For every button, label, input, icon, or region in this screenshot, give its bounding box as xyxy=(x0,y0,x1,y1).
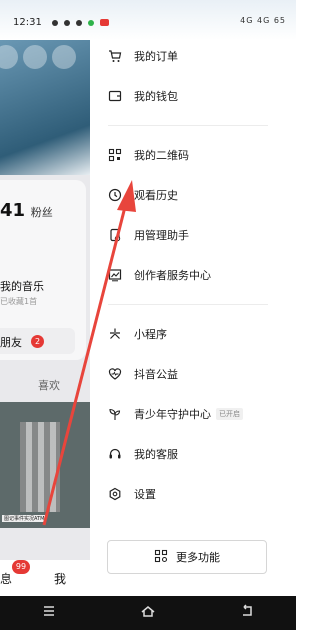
wechat-icon xyxy=(88,20,94,26)
video-thumbnail[interactable]: 图记事件实况ATM xyxy=(0,402,90,528)
blurred-image xyxy=(20,422,60,512)
menu-item-watch-history[interactable]: 观看历史 xyxy=(108,185,178,205)
notification-icon xyxy=(76,20,82,26)
fans-count: 41 粉丝 xyxy=(0,200,53,221)
nav-messages[interactable]: 息 xyxy=(0,570,12,587)
menu-item-creator-center[interactable]: 创作者服务中心 xyxy=(108,265,211,285)
status-time: 12:31 xyxy=(13,17,42,28)
menu-label: 我的二维码 xyxy=(134,149,189,162)
menu-item-storage-manager[interactable]: 用管理助手 xyxy=(108,225,189,245)
menu-icon[interactable] xyxy=(52,45,76,69)
friends-badge: 2 xyxy=(31,335,44,348)
menu-label: 我的订单 xyxy=(134,50,178,63)
menu-item-qrcode[interactable]: 我的二维码 xyxy=(108,145,189,165)
notification-icon xyxy=(64,20,70,26)
nav-me[interactable]: 我 xyxy=(54,570,66,587)
wallet-icon xyxy=(108,89,122,103)
clock-icon xyxy=(108,188,122,202)
menu-label: 观看历史 xyxy=(134,189,178,202)
menu-item-orders[interactable]: 我的订单 xyxy=(108,46,178,66)
sprout-icon xyxy=(108,407,122,421)
menu-label: 我的客服 xyxy=(134,448,178,461)
my-music[interactable]: 我的音乐 xyxy=(0,278,44,294)
menu-label: 小程序 xyxy=(134,328,167,341)
more-functions-label: 更多功能 xyxy=(176,551,220,564)
menu-item-mini-programs[interactable]: 小程序 xyxy=(108,324,167,344)
menu-icon[interactable] xyxy=(41,603,57,623)
divider xyxy=(108,304,268,305)
menu-item-customer-service[interactable]: 我的客服 xyxy=(108,444,178,464)
qrcode-icon xyxy=(108,148,122,162)
side-drawer: 我的订单 我的钱包 我的二维码 观看历史 用管理助手 创作者服务中心 小程序 抖… xyxy=(90,40,296,596)
status-badge: 已开启 xyxy=(216,408,243,420)
home-icon[interactable] xyxy=(140,603,156,623)
menu-label: 青少年守护中心 xyxy=(134,408,211,421)
cart-icon xyxy=(108,49,122,63)
chart-icon xyxy=(108,268,122,282)
menu-item-teen-protection[interactable]: 青少年守护中心 已开启 xyxy=(108,404,243,424)
search-icon[interactable] xyxy=(23,45,47,69)
menu-label: 我的钱包 xyxy=(134,90,178,103)
thumbnail-caption: 图记事件实况ATM xyxy=(2,515,47,522)
collected-count: 已收藏1首 xyxy=(0,297,38,306)
more-functions-button[interactable]: 更多功能 xyxy=(107,540,267,574)
app-notification-icon xyxy=(100,19,109,26)
storage-icon xyxy=(108,228,122,242)
back-icon[interactable] xyxy=(239,603,255,623)
heart-icon xyxy=(108,367,122,381)
system-nav-bar xyxy=(0,596,296,630)
menu-item-wallet[interactable]: 我的钱包 xyxy=(108,86,178,106)
menu-item-settings[interactable]: 设置 xyxy=(108,484,156,504)
headset-icon xyxy=(108,447,122,461)
menu-item-charity[interactable]: 抖音公益 xyxy=(108,364,178,384)
background-profile-page: 41 粉丝 我的音乐 已收藏1首 朋友 2 喜欢 图记事件实况ATM 息 99 … xyxy=(0,40,90,596)
signal-battery-icon: 4G 4G 65 xyxy=(240,16,286,25)
status-bar: 12:31 4G 4G 65 xyxy=(0,0,296,40)
asterisk-icon xyxy=(108,327,122,341)
menu-label: 用管理助手 xyxy=(134,229,189,242)
menu-label: 抖音公益 xyxy=(134,368,178,381)
hexagon-gear-icon xyxy=(108,487,122,501)
grid-apps-icon xyxy=(154,548,168,567)
menu-label: 设置 xyxy=(134,488,156,501)
tab-likes[interactable]: 喜欢 xyxy=(38,377,60,393)
friends-label: 朋友 xyxy=(0,336,22,349)
divider xyxy=(108,125,268,126)
notification-icon xyxy=(52,20,58,26)
menu-label: 创作者服务中心 xyxy=(134,269,211,282)
messages-badge: 99 xyxy=(12,560,30,574)
